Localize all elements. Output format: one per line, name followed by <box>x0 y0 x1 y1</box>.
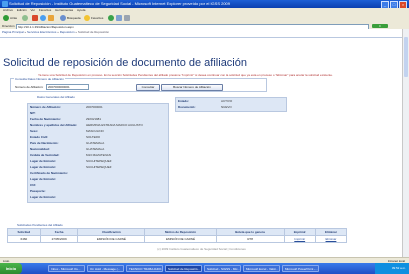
consulta-legend: Consulta Datos Número de Afiliación <box>14 77 65 81</box>
star-icon <box>84 15 90 21</box>
column-header: Fecha <box>39 228 79 236</box>
menu-edicion[interactable]: Edición <box>17 8 27 12</box>
favorites-button[interactable]: Favoritos <box>84 14 103 22</box>
info-message: Ya tiene una Solicitud de Reposición en … <box>38 73 333 77</box>
table-cell: 0/78 <box>215 235 285 243</box>
stop-icon <box>32 15 38 21</box>
eliminar-link[interactable]: Eliminar <box>326 237 337 241</box>
history-button[interactable] <box>108 14 115 22</box>
breadcrumb-services[interactable]: Servicios Electrónicos <box>27 30 56 34</box>
refresh-icon <box>40 15 46 21</box>
forward-arrow-icon <box>22 15 28 21</box>
menu-ayuda[interactable]: Ayuda <box>77 8 85 12</box>
column-header: Boleta que lo genera <box>215 228 285 236</box>
menu-archivo[interactable]: Archivo <box>3 8 13 12</box>
table-cell: EMISIÓN DE CARNÉ <box>77 235 146 243</box>
imprimir-link[interactable]: Imprimir <box>294 237 305 241</box>
print-button[interactable] <box>124 14 131 22</box>
forward-button[interactable] <box>22 14 29 22</box>
go-button[interactable]: Ir <box>372 24 388 28</box>
solicitudes-legend: Solicitudes Pendientes del Afiliado <box>17 223 63 227</box>
start-button[interactable]: Inicio <box>0 263 22 274</box>
afiliacion-label: Número de Afiliación: <box>15 85 44 89</box>
afiliacion-input[interactable]: 2007000000001 <box>46 84 89 90</box>
menu-herramientas[interactable]: Herramientas <box>55 8 73 12</box>
taskbar-item[interactable]: TECNICO TRABAJADO... <box>126 265 163 272</box>
menu-favoritos[interactable]: Favoritos <box>39 8 51 12</box>
browser-window: Solicitud de Reposición - Instituto Guat… <box>0 0 409 274</box>
divider <box>0 37 403 38</box>
breadcrumb-current: Solicitud de Reposición <box>77 30 110 34</box>
taskbar-item[interactable]: Solicitud - SIGSS - Mic... <box>204 265 241 272</box>
page-content: Página Principal » Servicios Electrónico… <box>0 29 403 257</box>
stop-button[interactable] <box>32 14 39 22</box>
taskbar-item[interactable]: Inbox - Microsoft Ou... <box>48 265 85 272</box>
column-header: Clasificación <box>77 228 146 236</box>
vertical-scrollbar[interactable] <box>402 29 409 257</box>
home-icon <box>48 15 54 21</box>
search-icon <box>60 15 66 21</box>
column-header: Eliminar <box>314 228 348 236</box>
history-icon <box>108 15 114 21</box>
table-cell: EMISIÓN DE CARNÉ <box>144 235 217 243</box>
breadcrumb: Página Principal » Servicios Electrónico… <box>2 30 110 34</box>
ie-app-icon <box>2 1 8 7</box>
back-arrow-icon <box>3 15 9 21</box>
page-title: Solicitud de reposición de documento de … <box>3 57 247 69</box>
table-header-row: Solicitud Fecha Clasificación Motivo de … <box>7 228 348 236</box>
consultar-button[interactable]: Consultar <box>136 84 160 91</box>
taskbar-item[interactable]: Microsoft Excel - Valid... <box>243 265 280 272</box>
solicitudes-table: Solicitud Fecha Clasificación Motivo de … <box>7 228 348 243</box>
table-cell: Eliminar <box>314 235 348 243</box>
column-header: Motivo de Reposición <box>144 228 217 236</box>
menu-ver[interactable]: Ver <box>31 8 36 12</box>
table-cell: 6460 <box>7 235 41 243</box>
title-bar: Solicitud de Reposición - Instituto Guat… <box>0 0 409 9</box>
page-footer: (c) 2009 Instituto Guatemalteco de Segur… <box>157 247 246 251</box>
scrollbar-thumb[interactable] <box>404 37 408 77</box>
buscar-afiliacion-button[interactable]: Buscar Número de Afiliación <box>161 84 223 91</box>
taskbar: Inicio Inbox - Microsoft Ou... On Hold -… <box>0 263 409 274</box>
print-icon <box>124 15 130 21</box>
refresh-button[interactable] <box>40 14 47 22</box>
search-button[interactable]: Búsqueda <box>60 14 81 22</box>
mail-icon <box>116 15 122 21</box>
mail-button[interactable] <box>116 14 123 22</box>
table-cell: Imprimir <box>283 235 316 243</box>
window-title: Solicitud de Reposición - Instituto Guat… <box>9 1 231 6</box>
breadcrumb-home[interactable]: Página Principal <box>2 30 24 34</box>
column-header: Solicitud <box>7 228 41 236</box>
table-cell: 27/05/2009 <box>39 235 79 243</box>
breadcrumb-reposicion[interactable]: Reposición <box>60 30 75 34</box>
table-row: 6460 27/05/2009 EMISIÓN DE CARNÉ EMISIÓN… <box>7 235 348 243</box>
taskbar-item[interactable]: On Hold - Message (... <box>87 265 124 272</box>
column-header: Imprimir <box>283 228 316 236</box>
taskbar-item[interactable]: Solicitud de Reposició... <box>165 265 202 272</box>
home-button[interactable] <box>48 14 55 22</box>
consulta-fieldset: Consulta Datos Número de Afiliación Núme… <box>10 77 267 92</box>
estado-grid: Estado: ACTIVO Documentó: NUEVO <box>175 97 287 112</box>
taskbar-item[interactable]: Microsoft PowerPoint -... <box>282 265 319 272</box>
datos-legend: Datos Generales del Afiliado <box>37 95 75 99</box>
back-button[interactable]: Atrás <box>3 14 17 22</box>
datos-grid: Número de Afiliación: 2007000001 NIT: Fec… <box>27 103 169 203</box>
system-tray-clock: 09:52 a.m. <box>375 263 409 274</box>
